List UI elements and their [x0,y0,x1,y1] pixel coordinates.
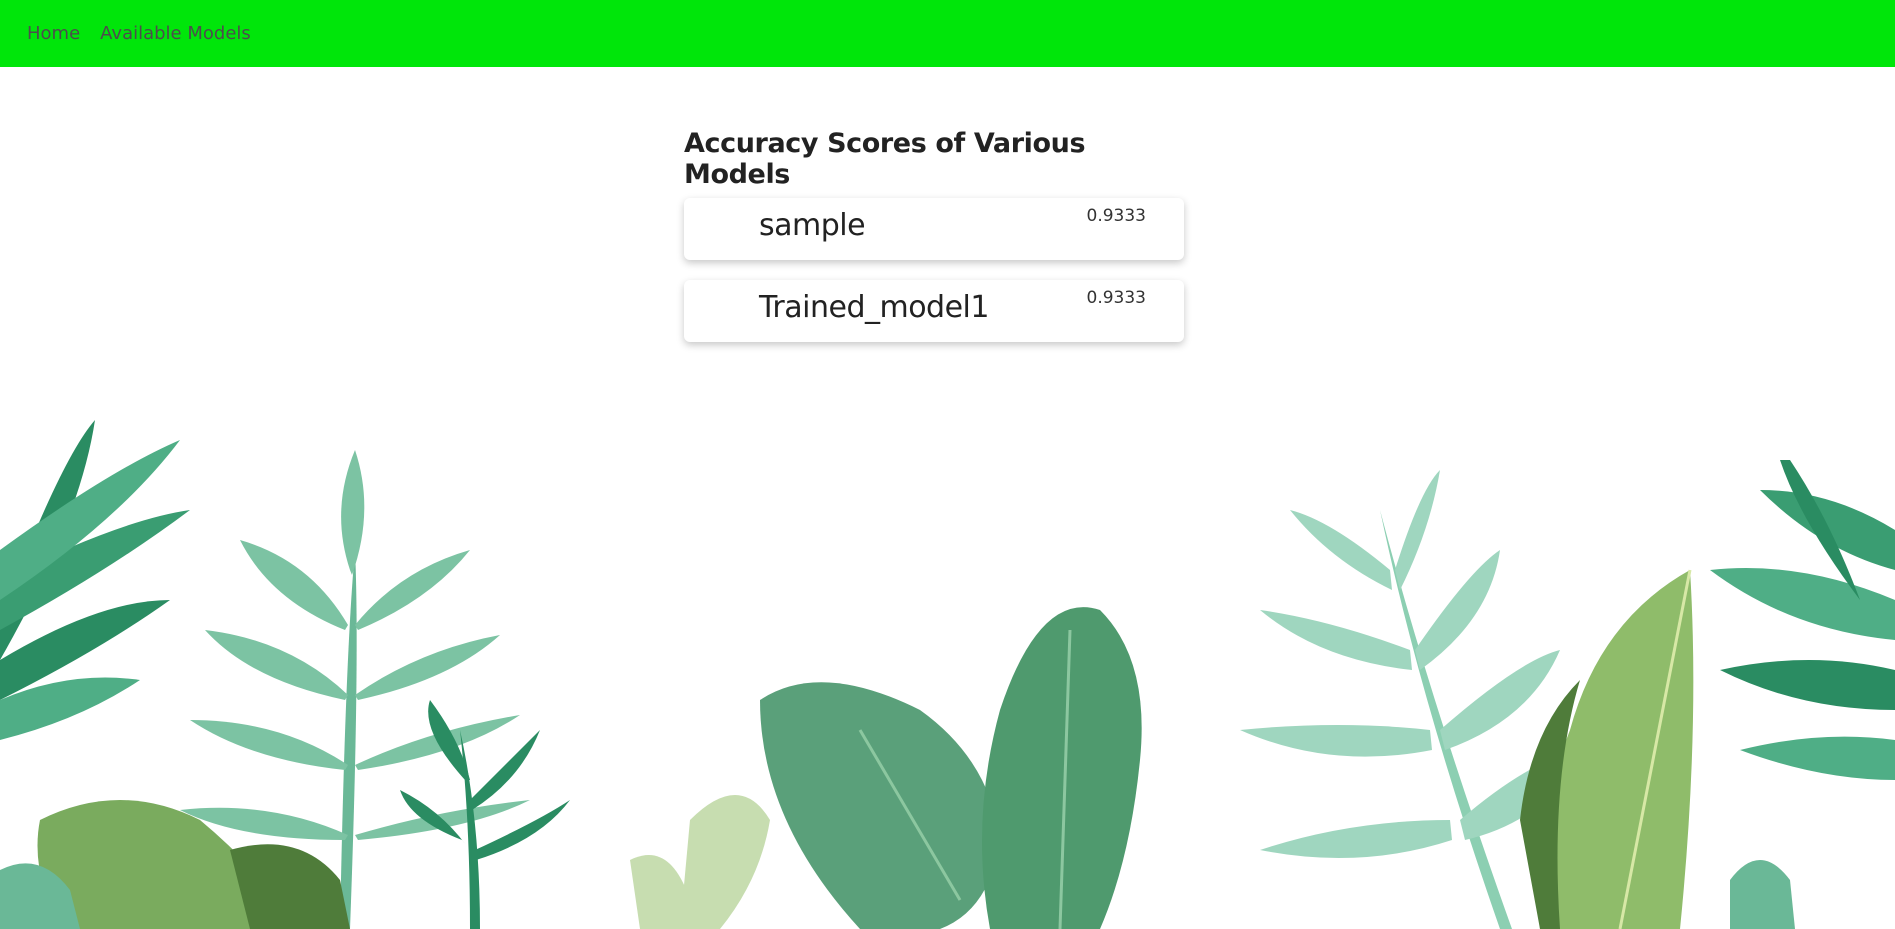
right-banana-leaf [1520,569,1694,929]
left-palm-leaves [0,420,190,740]
right-palm-leaves [1710,460,1895,780]
page-title: Accuracy Scores of Various Models [684,128,1086,190]
model-score: 0.9333 [1086,206,1146,226]
model-name: Trained_model1 [759,290,989,325]
foliage-background-image [0,420,1895,929]
nav-link-home[interactable]: Home [27,23,80,44]
model-name: sample [759,208,866,243]
accuracy-section: Accuracy Scores of Various Models sample… [684,128,1185,362]
center-pale-leaves [630,795,770,929]
nav-link-available-models[interactable]: Available Models [100,23,251,44]
model-card: sample 0.9333 [684,198,1184,260]
center-big-leaves [760,607,1142,929]
model-score: 0.9333 [1086,288,1146,308]
model-card: Trained_model1 0.9333 [684,280,1184,342]
bottom-right-leaf [1730,860,1795,929]
top-navbar: Home Available Models [0,0,1895,67]
